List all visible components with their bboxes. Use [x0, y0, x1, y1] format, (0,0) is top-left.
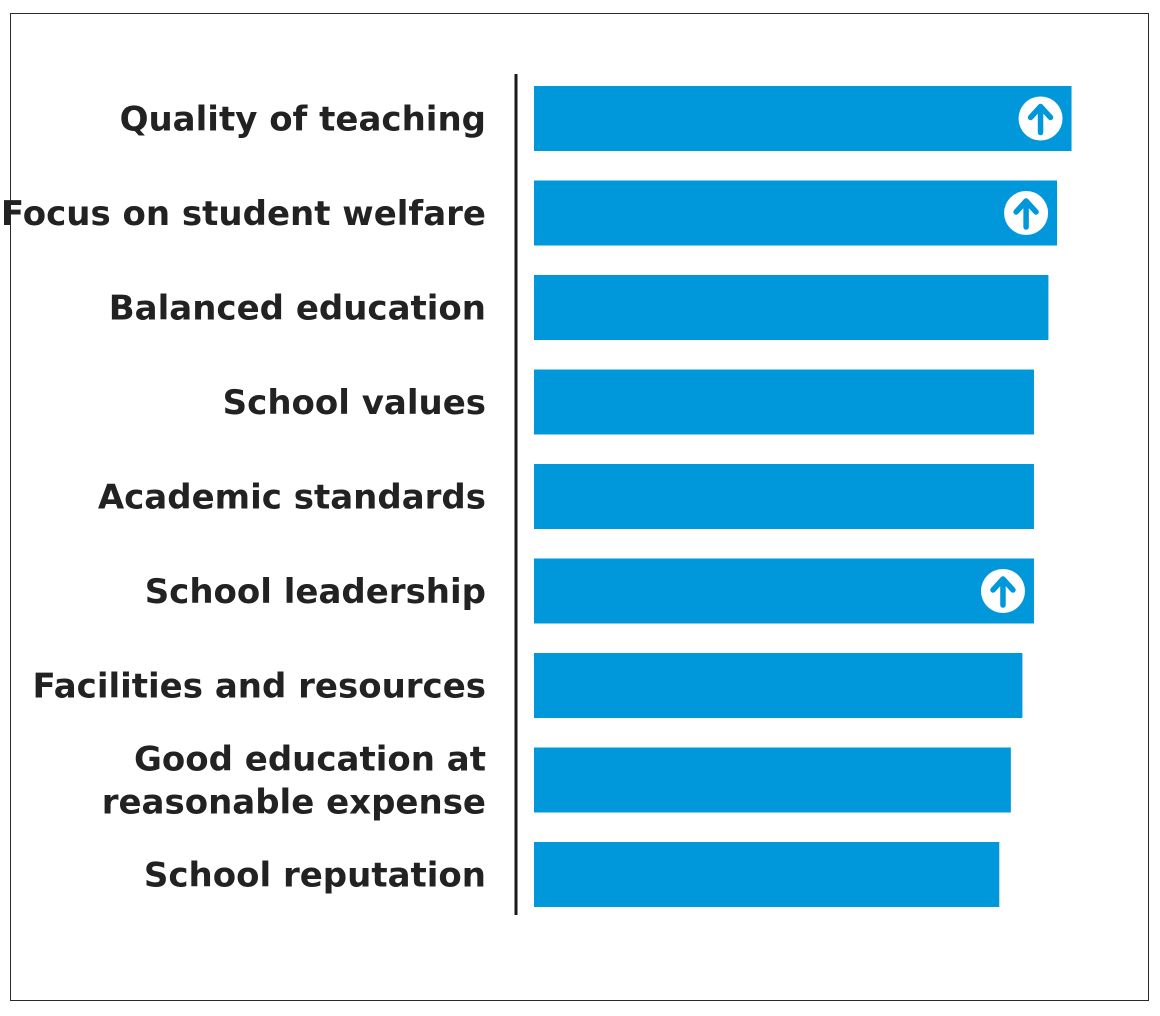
up-arrow-icon: [1018, 96, 1063, 141]
bar: [534, 180, 1058, 246]
category-label: Focus on student welfare: [1, 194, 486, 234]
category-label: Quality of teaching: [120, 100, 486, 140]
bar: [534, 369, 1034, 435]
bar: [534, 653, 1023, 718]
bar: [534, 842, 1000, 907]
category-label: Facilities and resources: [32, 667, 486, 707]
bar: [534, 747, 1011, 813]
category-label: School reputation: [144, 856, 486, 896]
category-labels: Quality of teaching Focus on student welf…: [1, 100, 486, 896]
bar: [534, 275, 1049, 340]
category-label: School leadership: [145, 572, 486, 612]
up-arrow-icon: [1004, 191, 1049, 235]
category-label: Academic standards: [98, 478, 486, 518]
bars: [534, 86, 1072, 907]
bar-chart: Quality of teaching Focus on student welf…: [1, 74, 1072, 915]
category-label: Balanced education: [109, 289, 486, 329]
up-arrow-icon: [980, 569, 1025, 613]
bar: [534, 464, 1034, 529]
bar: [534, 86, 1072, 151]
category-label: Good education at reasonable expense: [102, 740, 486, 823]
category-label: School values: [223, 383, 486, 423]
bar: [534, 558, 1034, 624]
